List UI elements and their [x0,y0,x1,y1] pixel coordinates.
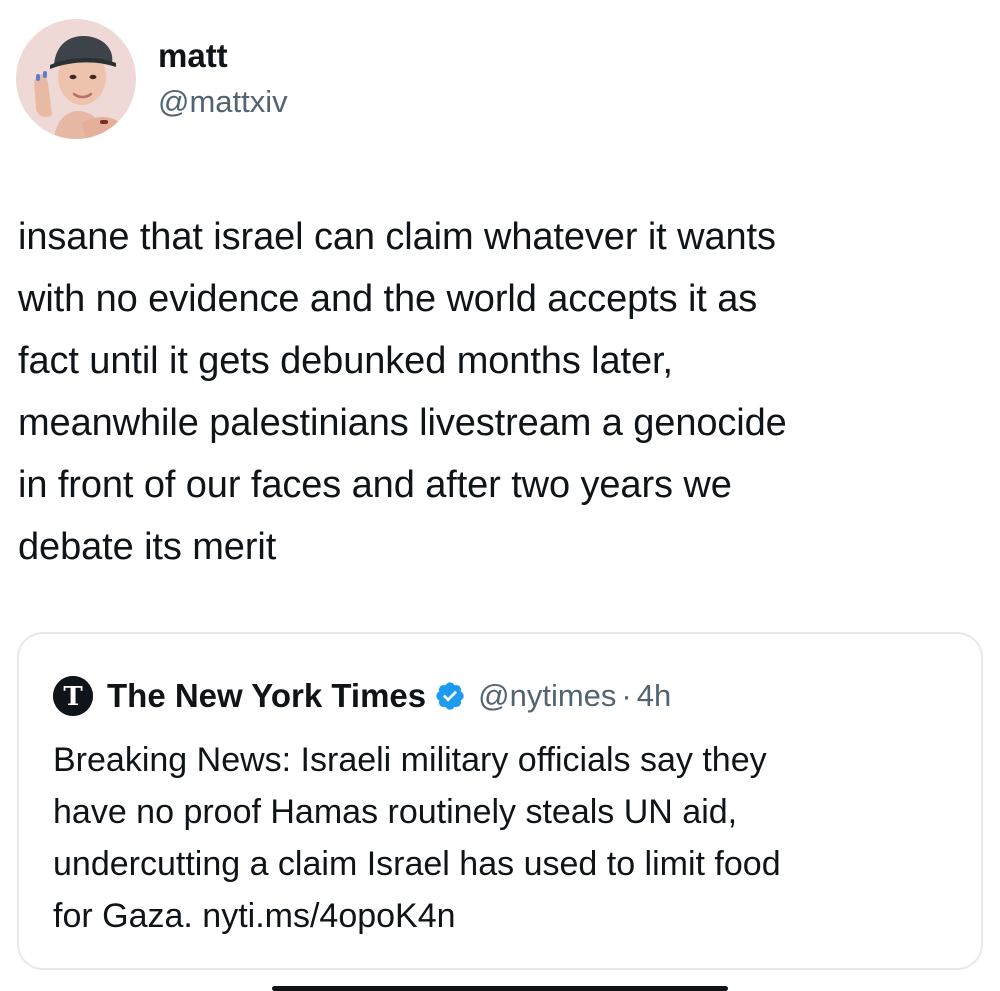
tweet-text: insane that israel can claim whatever it… [18,216,787,568]
quoted-tweet-header: T The New York Times @nytimes · 4h [53,674,671,718]
author-display-name[interactable]: matt [158,36,288,76]
quoted-tweet-text: Breaking News: Israeli military official… [53,741,781,935]
verified-badge-icon [436,682,464,710]
quoted-tweet-card[interactable]: T The New York Times @nytimes · 4h Break… [17,632,983,970]
quoted-timestamp[interactable]: 4h [637,678,671,714]
nyt-logo-icon[interactable]: T [53,676,93,716]
tweet-author: matt @mattxiv [16,18,288,140]
home-indicator [272,986,728,991]
author-handle[interactable]: @mattxiv [158,82,288,122]
quoted-display-name[interactable]: The New York Times [107,677,426,715]
avatar-image [16,19,136,139]
svg-text:T: T [63,682,83,712]
author-names: matt @mattxiv [158,36,288,122]
separator-dot: · [621,678,632,713]
tweet: matt @mattxiv insane that israel can cla… [0,0,1000,991]
quoted-handle[interactable]: @nytimes [478,678,616,714]
avatar[interactable] [16,19,136,139]
